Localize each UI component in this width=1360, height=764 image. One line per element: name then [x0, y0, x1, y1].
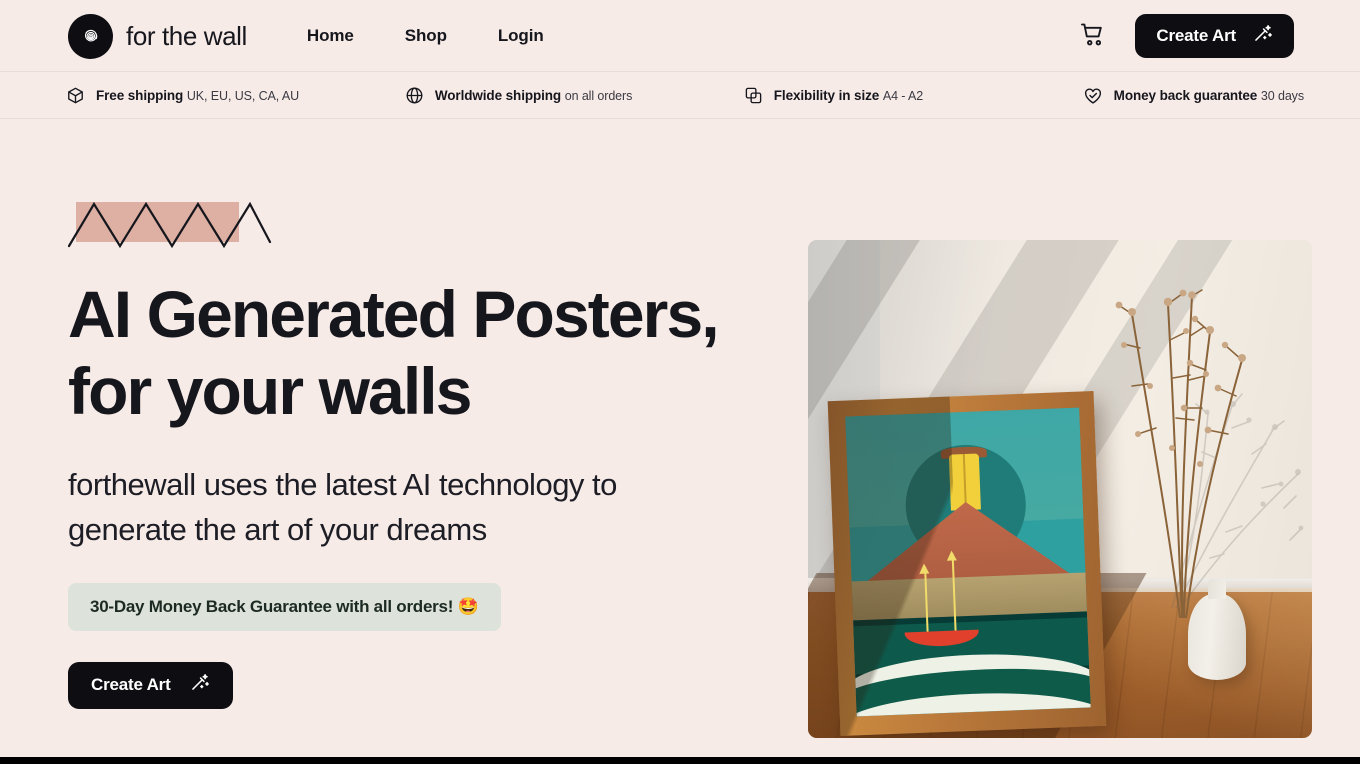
photo-dried-branches — [1115, 289, 1246, 618]
page-title: AI Generated Posters, for your walls — [68, 277, 720, 428]
brand-logo-link[interactable]: for the wall — [68, 13, 247, 59]
create-art-button-header-label: Create Art — [1156, 26, 1236, 45]
feature-free-shipping-title: Free shipping — [96, 88, 184, 103]
feature-worldwide-shipping-detail: on all orders — [564, 89, 633, 103]
hero-product-photo — [808, 240, 1312, 738]
shopping-cart-icon — [1079, 21, 1107, 52]
feature-flexibility-in-size: Flexibility in size A4 - A2 — [744, 86, 1083, 105]
site-header: for the wall Home Shop Login Create Art — [0, 0, 1360, 72]
main-navigation: Home Shop Login — [307, 26, 544, 46]
feature-free-shipping: Free shipping UK, EU, US, CA, AU — [66, 86, 405, 105]
feature-bar: Free shipping UK, EU, US, CA, AU Worldwi… — [0, 72, 1360, 119]
hero-content: AI Generated Posters, for your walls for… — [68, 189, 758, 738]
create-art-button-hero-label: Create Art — [91, 675, 171, 695]
scribble-ball-logo-icon — [68, 13, 113, 59]
photo-vase-neck — [1208, 579, 1226, 599]
feature-money-back-guarantee: Money back guarantee 30 days — [1083, 86, 1304, 106]
feature-flexibility-in-size-title: Flexibility in size — [773, 88, 880, 103]
zigzag-accent-icon — [68, 194, 278, 250]
hero-section: AI Generated Posters, for your walls for… — [0, 119, 1360, 738]
nav-item-home[interactable]: Home — [307, 26, 354, 46]
feature-money-back-guarantee-title: Money back guarantee — [1113, 88, 1258, 103]
brand-name: for the wall — [126, 20, 247, 51]
shopping-cart-button[interactable] — [1075, 17, 1111, 56]
magic-wand-icon — [189, 672, 210, 698]
globe-icon — [405, 86, 424, 105]
heart-check-icon — [1083, 86, 1103, 106]
feature-free-shipping-detail: UK, EU, US, CA, AU — [186, 89, 299, 103]
feature-worldwide-shipping: Worldwide shipping on all orders — [405, 86, 744, 105]
create-art-button-hero[interactable]: Create Art — [68, 661, 233, 709]
nav-item-shop[interactable]: Shop — [405, 26, 447, 46]
artwork-sail-left — [919, 563, 930, 574]
guarantee-badge: 30-Day Money Back Guarantee with all ord… — [68, 582, 501, 631]
create-art-button-header[interactable]: Create Art — [1135, 14, 1294, 58]
layers-copy-icon — [744, 86, 763, 105]
photo-poster-artwork — [845, 407, 1091, 717]
magic-wand-icon — [1252, 23, 1273, 49]
artwork-sail-right — [946, 550, 958, 561]
nav-item-login[interactable]: Login — [498, 26, 544, 46]
package-box-icon — [66, 86, 85, 105]
bottom-bar — [0, 757, 1360, 764]
feature-flexibility-in-size-detail: A4 - A2 — [882, 89, 924, 103]
feature-money-back-guarantee-detail: 30 days — [1260, 89, 1304, 103]
feature-worldwide-shipping-title: Worldwide shipping — [434, 88, 562, 103]
artwork-yellow-gate — [948, 453, 981, 511]
hero-image-container — [808, 189, 1312, 738]
header-actions: Create Art — [1075, 14, 1294, 58]
photo-ceramic-vase — [1188, 579, 1246, 680]
hero-subtitle: forthewall uses the latest AI technology… — [68, 467, 617, 548]
